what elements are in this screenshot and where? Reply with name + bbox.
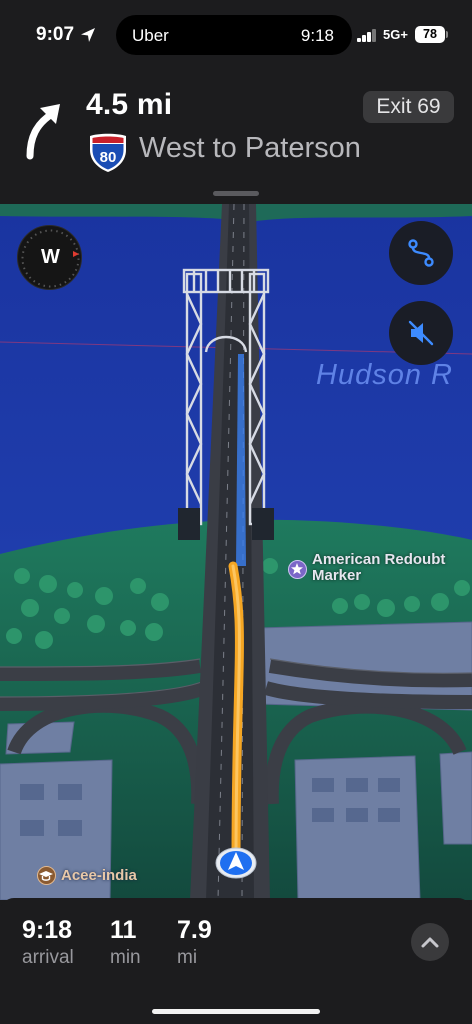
- arrival-value: 9:18: [22, 916, 73, 944]
- compass-heading: W: [41, 246, 60, 268]
- compass[interactable]: W: [17, 225, 82, 290]
- status-time: 9:07: [36, 24, 75, 45]
- distance-unit: mi: [177, 947, 198, 968]
- graduation-cap-icon: [37, 866, 56, 885]
- map-view[interactable]: W Hudson R American Redoubt Marker Acee-…: [0, 204, 472, 900]
- island-time: 9:18: [300, 26, 334, 45]
- distance-value: 7.9: [177, 916, 212, 944]
- chevron-up-icon: [421, 937, 439, 948]
- tower-base-left: [178, 508, 200, 540]
- duration-unit: min: [110, 947, 141, 968]
- turn-right-arrow-icon: [26, 104, 60, 160]
- poi-label: Acee-india: [61, 867, 137, 884]
- trip-summary-card[interactable]: 9:18 arrival 11 min 7.9 mi: [0, 898, 472, 1024]
- speaker-muted-icon: [408, 320, 434, 346]
- island-app-name: Uber: [132, 26, 169, 45]
- arrival-stat: 9:18 arrival: [22, 916, 74, 969]
- sheet-grabber[interactable]: [213, 191, 259, 196]
- network-label: 5G+: [383, 27, 408, 42]
- battery-icon: 78: [415, 26, 445, 43]
- water-label: Hudson R: [316, 359, 453, 391]
- exit-badge: Exit 69: [363, 91, 454, 123]
- dynamic-island[interactable]: Uber 9:18: [116, 15, 352, 55]
- route-overview-button[interactable]: [389, 221, 453, 285]
- mute-voice-button[interactable]: [389, 301, 453, 365]
- user-location-puck[interactable]: [214, 846, 258, 880]
- interstate-shield-icon: 80: [90, 133, 126, 172]
- home-indicator[interactable]: [152, 1009, 320, 1014]
- duration-value: 11: [110, 916, 137, 944]
- distance-stat: 7.9 mi: [177, 916, 212, 969]
- duration-stat: 11 min: [110, 916, 141, 969]
- route-overview-icon: [408, 239, 434, 267]
- maneuver-road: West to Paterson: [139, 132, 361, 164]
- poi-label: American Redoubt Marker: [312, 551, 446, 584]
- arrival-unit: arrival: [22, 947, 74, 968]
- maneuver-banner[interactable]: 4.5 mi 80 West to Paterson Exit 69: [0, 64, 472, 204]
- status-bar: 9:07 Uber 9:18 5G+ 78: [0, 0, 472, 64]
- star-icon: [288, 560, 307, 579]
- expand-button[interactable]: [411, 923, 449, 961]
- tower-base-right: [252, 508, 274, 540]
- maneuver-distance: 4.5 mi: [86, 88, 173, 121]
- shield-number: 80: [100, 149, 117, 166]
- signal-icon: [357, 29, 377, 42]
- location-arrow-icon: [81, 28, 95, 42]
- battery-tip: [446, 31, 448, 38]
